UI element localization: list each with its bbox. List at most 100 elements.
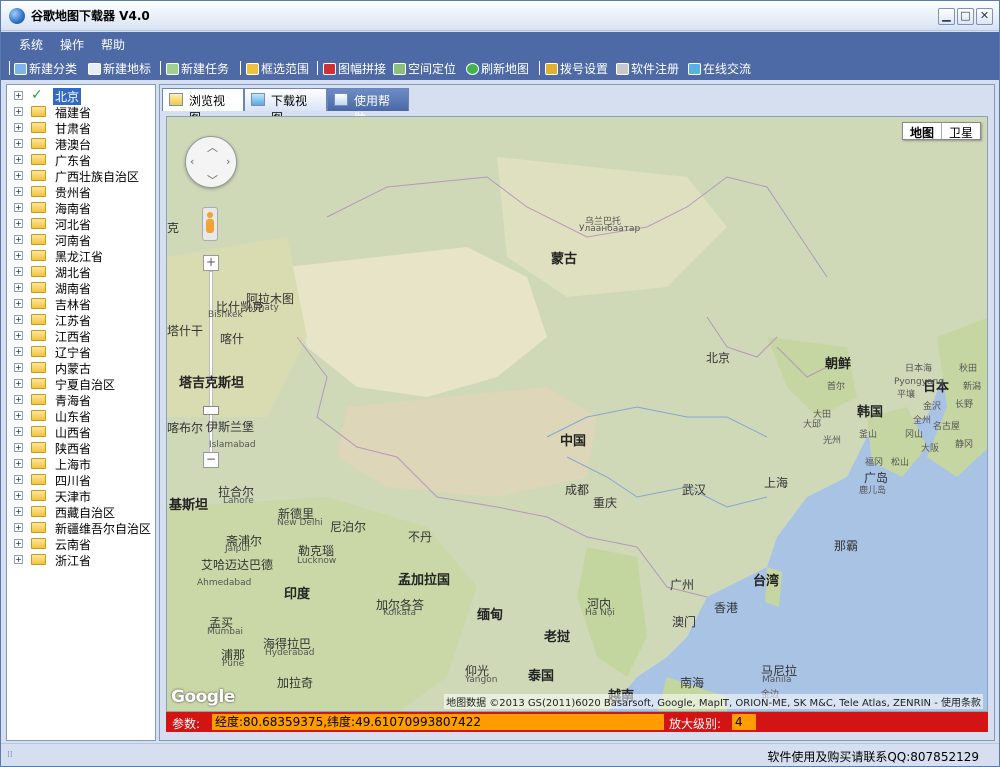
expand-icon[interactable]: + (14, 139, 23, 148)
expand-icon[interactable]: + (14, 251, 23, 260)
expand-icon[interactable]: + (14, 539, 23, 548)
zoom-in-button[interactable]: + (203, 255, 219, 271)
menu-operation[interactable]: 操作 (60, 36, 84, 53)
tree-item[interactable]: + 天津市 (7, 487, 155, 504)
expand-icon[interactable]: + (14, 203, 23, 212)
expand-icon[interactable]: + (14, 363, 23, 372)
tree-item[interactable]: + 青海省 (7, 391, 155, 408)
expand-icon[interactable]: + (14, 91, 23, 100)
tree-item[interactable]: + 湖南省 (7, 279, 155, 296)
tree-item[interactable]: + 湖北省 (7, 263, 155, 280)
expand-icon[interactable]: + (14, 107, 23, 116)
zoom-slider-thumb[interactable] (203, 406, 219, 415)
tree-item[interactable]: + 广东省 (7, 151, 155, 168)
map-label: Улаанбаатар (579, 224, 641, 234)
tree-item[interactable]: + 新疆维吾尔自治区 (7, 519, 155, 536)
tree-item[interactable]: + 内蒙古 (7, 359, 155, 376)
online-chat-button[interactable]: 在线交流 (688, 60, 751, 77)
tab-browse[interactable]: 浏览视图 (162, 88, 244, 125)
expand-icon[interactable]: + (14, 475, 23, 484)
tree-item[interactable]: + 江西省 (7, 327, 155, 344)
pan-right-icon[interactable]: › (226, 155, 230, 168)
map-copyright[interactable]: 地图数据 ©2013 GS(2011)6020 Basarsoft, Googl… (444, 694, 983, 709)
tab-help[interactable]: 使用帮助 (327, 88, 409, 125)
region-tree[interactable]: + ✓ 北京 + 福建省 + 甘肃省 + 港澳台 + 广东省 + 广西壮族自治区 + 贵州省 + 海南省 + 河北省… (6, 84, 156, 741)
tree-item[interactable]: + 河南省 (7, 231, 155, 248)
menu-system[interactable]: 系统 (19, 36, 43, 53)
expand-icon[interactable]: + (14, 187, 23, 196)
expand-icon[interactable]: + (14, 427, 23, 436)
expand-icon[interactable]: + (14, 219, 23, 228)
google-logo: Google (171, 687, 235, 707)
pan-down-icon[interactable]: ﹀ (207, 172, 218, 188)
pan-left-icon[interactable]: ‹ (190, 155, 194, 168)
tree-item[interactable]: + 福建省 (7, 103, 155, 120)
expand-icon[interactable]: + (14, 283, 23, 292)
expand-icon[interactable]: + (14, 299, 23, 308)
tree-item[interactable]: + ✓ 北京 (7, 87, 155, 105)
dial-settings-button[interactable]: 拨号设置 (545, 60, 608, 77)
map-label: 基斯坦 (169, 498, 209, 513)
tab-download[interactable]: 下载视图 (244, 88, 327, 125)
minimize-button[interactable]: ▁ (938, 8, 955, 25)
tree-item[interactable]: + 贵州省 (7, 183, 155, 200)
tree-item[interactable]: + 黑龙江省 (7, 247, 155, 264)
pan-up-icon[interactable]: ︿ (207, 139, 218, 155)
menu-help[interactable]: 帮助 (101, 36, 125, 53)
tree-item[interactable]: + 吉林省 (7, 295, 155, 312)
expand-icon[interactable]: + (14, 395, 23, 404)
tree-item[interactable]: + 河北省 (7, 215, 155, 232)
zoom-out-button[interactable]: − (203, 452, 219, 468)
map-type-satellite-button[interactable]: 卫星 (942, 123, 980, 140)
tree-item[interactable]: + 四川省 (7, 471, 155, 488)
expand-icon[interactable]: + (14, 331, 23, 340)
expand-icon[interactable]: + (14, 459, 23, 468)
map-view[interactable]: 地图 卫星 ︿ ﹀ ‹ › + − 乌兰巴托 Улаанбаатар 蒙古 中国… (166, 116, 988, 712)
expand-icon[interactable]: + (14, 491, 23, 500)
register-button[interactable]: 软件注册 (616, 60, 679, 77)
expand-icon[interactable]: + (14, 555, 23, 564)
tree-item[interactable]: + 江苏省 (7, 311, 155, 328)
contact-text: 软件使用及购买请联系QQ:807852129 (767, 750, 979, 764)
tree-item[interactable]: + 广西壮族自治区 (7, 167, 155, 184)
stitch-button[interactable]: 图幅拼接 (323, 60, 386, 77)
new-place-icon (88, 63, 101, 75)
tree-item[interactable]: + 山西省 (7, 423, 155, 440)
tree-item[interactable]: + 山东省 (7, 407, 155, 424)
expand-icon[interactable]: + (14, 443, 23, 452)
tree-item[interactable]: + 宁夏自治区 (7, 375, 155, 392)
expand-icon[interactable]: + (14, 347, 23, 356)
maximize-button[interactable]: □ (957, 8, 974, 25)
expand-icon[interactable]: + (14, 171, 23, 180)
new-category-button[interactable]: 新建分类 (14, 60, 77, 77)
expand-icon[interactable]: + (14, 155, 23, 164)
tree-item[interactable]: + 辽宁省 (7, 343, 155, 360)
pan-control[interactable]: ︿ ﹀ ‹ › (185, 136, 237, 188)
tree-item[interactable]: + 上海市 (7, 455, 155, 472)
tree-item[interactable]: + 港澳台 (7, 135, 155, 152)
tree-item[interactable]: + 陕西省 (7, 439, 155, 456)
refresh-map-button[interactable]: 刷新地图 (466, 60, 529, 77)
expand-icon[interactable]: + (14, 315, 23, 324)
locate-button[interactable]: 空间定位 (393, 60, 456, 77)
params-label: 参数: (172, 717, 201, 731)
select-range-button[interactable]: 框选范围 (246, 60, 309, 77)
tree-item[interactable]: + 浙江省 (7, 551, 155, 568)
tree-item[interactable]: + 海南省 (7, 199, 155, 216)
close-button[interactable]: ✕ (976, 8, 993, 25)
expand-icon[interactable]: + (14, 267, 23, 276)
expand-icon[interactable]: + (14, 235, 23, 244)
tree-item[interactable]: + 西藏自治区 (7, 503, 155, 520)
expand-icon[interactable]: + (14, 523, 23, 532)
tree-item[interactable]: + 云南省 (7, 535, 155, 552)
new-task-button[interactable]: 新建任务 (166, 60, 229, 77)
map-type-map-button[interactable]: 地图 (903, 123, 942, 140)
expand-icon[interactable]: + (14, 123, 23, 132)
map-label: 全州 (913, 416, 932, 426)
expand-icon[interactable]: + (14, 411, 23, 420)
tree-item[interactable]: + 甘肃省 (7, 119, 155, 136)
new-place-button[interactable]: 新建地标 (88, 60, 151, 77)
expand-icon[interactable]: + (14, 379, 23, 388)
expand-icon[interactable]: + (14, 507, 23, 516)
pegman-icon[interactable] (202, 207, 218, 241)
